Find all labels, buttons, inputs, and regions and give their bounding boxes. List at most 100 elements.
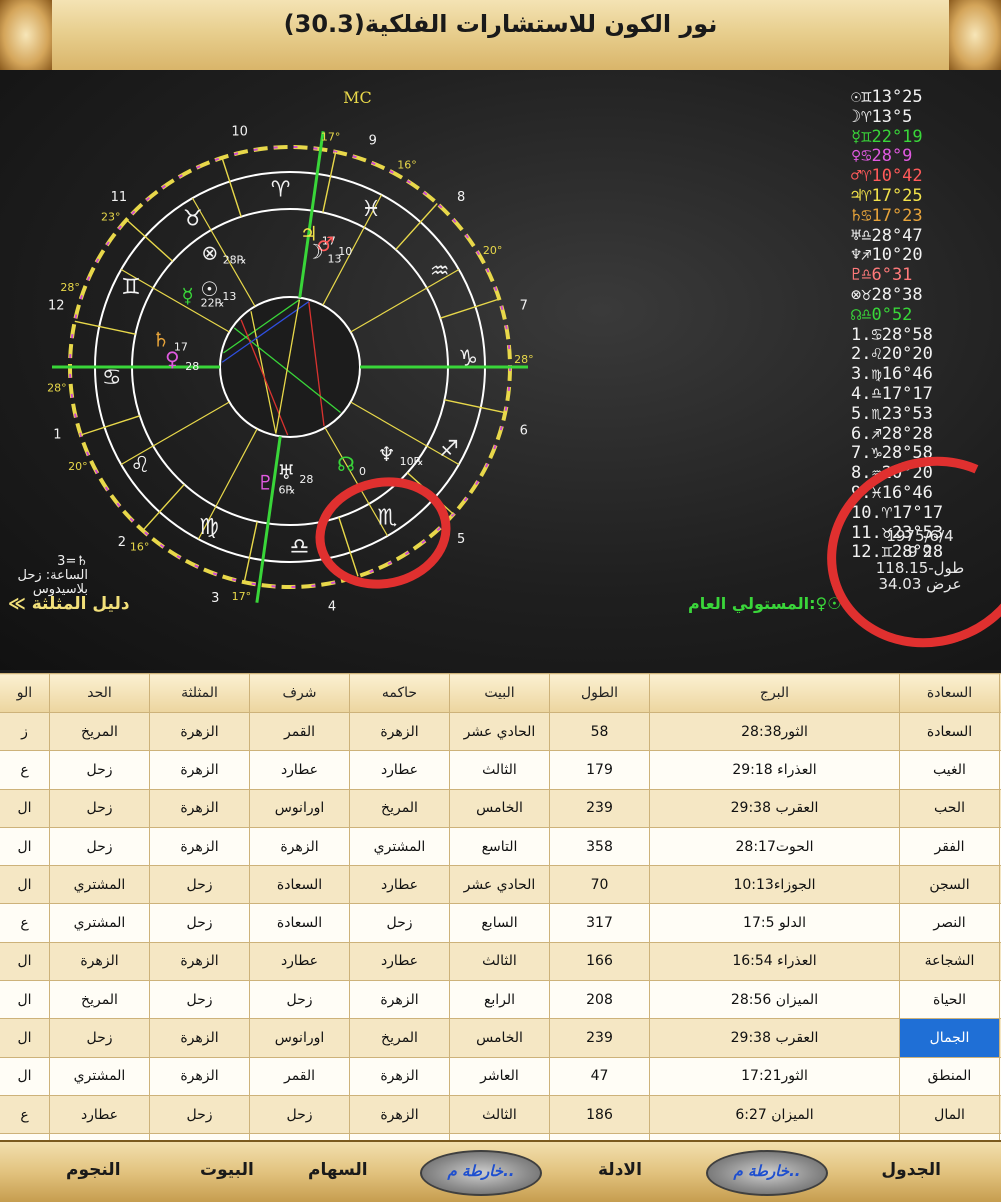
table-cell[interactable]: الزهرة (50, 942, 150, 980)
table-cell[interactable]: زحل (150, 1095, 250, 1133)
table-cell[interactable]: المريخ (50, 981, 150, 1019)
table-cell[interactable]: ال (0, 866, 50, 904)
column-header[interactable]: حاكمه (350, 674, 450, 713)
table-cell[interactable]: الثور17:21 (650, 1057, 900, 1095)
table-row[interactable]: 3الحبالعقرب 29:38239الخامسالمريخاورانوسا… (0, 789, 1001, 827)
table-cell[interactable]: 58 (550, 713, 650, 751)
table-cell[interactable]: المريخ (350, 789, 450, 827)
table-cell[interactable]: العذراء 29:18 (650, 751, 900, 789)
table-cell[interactable]: عطارد (50, 1095, 150, 1133)
table-cell[interactable]: الزهرة (350, 713, 450, 751)
table-cell[interactable]: السعادة (900, 713, 1000, 751)
table-cell[interactable]: الزهرة (350, 1095, 450, 1133)
table-cell[interactable]: ع (0, 1095, 50, 1133)
table-cell[interactable]: 186 (550, 1095, 650, 1133)
table-cell[interactable]: الثالث (450, 1095, 550, 1133)
table-cell[interactable]: القمر (250, 713, 350, 751)
table-row[interactable]: 6النصرالدلو 17:5317السابعزحلالسعادةزحلال… (0, 904, 1001, 942)
table-cell[interactable]: عطارد (350, 866, 450, 904)
table-cell[interactable]: الحب (900, 789, 1000, 827)
table-cell[interactable]: النصر (900, 904, 1000, 942)
table-cell[interactable]: الخامس (450, 789, 550, 827)
table-cell[interactable]: الخامس (450, 1019, 550, 1057)
table-cell[interactable]: زحل (250, 1095, 350, 1133)
table-row[interactable]: 2الغيبالعذراء 29:18179الثالثعطاردعطاردال… (0, 751, 1001, 789)
table-cell[interactable]: القمر (250, 1057, 350, 1095)
table-cell[interactable]: ال (0, 789, 50, 827)
table-cell[interactable]: ال (0, 981, 50, 1019)
column-header[interactable]: البيت (450, 674, 550, 713)
nav-houses[interactable]: البيوت (200, 1160, 254, 1180)
table-cell[interactable]: زحل (350, 904, 450, 942)
table-cell[interactable]: التاسع (450, 827, 550, 865)
table-row[interactable]: 10المنطقالثور17:2147العاشرالزهرةالقمرالز… (0, 1057, 1001, 1095)
table-cell[interactable]: المريخ (350, 1019, 450, 1057)
table-cell[interactable]: السابع (450, 904, 550, 942)
table-cell[interactable]: الزهرة (350, 981, 450, 1019)
column-header[interactable]: الحد (50, 674, 150, 713)
table-cell[interactable]: عطارد (350, 751, 450, 789)
table-cell[interactable]: زحل (150, 904, 250, 942)
table-cell[interactable]: 239 (550, 1019, 650, 1057)
table-cell[interactable]: ال (0, 1057, 50, 1095)
table-cell[interactable]: عطارد (250, 751, 350, 789)
table-row[interactable]: 1السعادةالثور28:3858الحادي عشرالزهرةالقم… (0, 713, 1001, 751)
table-cell[interactable]: الفقر (900, 827, 1000, 865)
table-cell[interactable]: 317 (550, 904, 650, 942)
table-cell[interactable]: الزهرة (150, 1019, 250, 1057)
table-cell[interactable]: الحادي عشر (450, 866, 550, 904)
table-cell[interactable]: السعادة (250, 866, 350, 904)
table-cell[interactable]: ال (0, 1019, 50, 1057)
table-cell[interactable]: ع (0, 751, 50, 789)
nav-stars[interactable]: النجوم (66, 1160, 121, 1180)
table-row[interactable]: 4الفقرالحوت28:17358التاسعالمشتريالزهرةال… (0, 827, 1001, 865)
table-cell[interactable]: ال (0, 827, 50, 865)
table-cell[interactable]: السعادة (250, 904, 350, 942)
table-cell[interactable]: ز (0, 713, 50, 751)
table-cell[interactable]: الدلو 17:5 (650, 904, 900, 942)
table-cell[interactable]: الزهرة (150, 713, 250, 751)
nav-evidence[interactable]: الادلة (598, 1160, 642, 1180)
nav-map-button-1[interactable]: خارطة م.. (706, 1150, 828, 1196)
table-cell[interactable]: الثور28:38 (650, 713, 900, 751)
table-cell[interactable]: الزهرة (150, 942, 250, 980)
table-cell[interactable]: زحل (50, 789, 150, 827)
table-cell[interactable]: 70 (550, 866, 650, 904)
table-cell[interactable]: المريخ (50, 713, 150, 751)
table-row[interactable]: 9الجمالالعقرب 29:38239الخامسالمريخاورانو… (0, 1019, 1001, 1057)
table-cell[interactable]: المشتري (50, 866, 150, 904)
natal-wheel[interactable]: ♈♓♒♑♐♏♎♍♌♋♊♉12345678910111217°16°20°28°2… (0, 70, 640, 670)
nav-map-button-2[interactable]: خارطة م.. (420, 1150, 542, 1196)
column-header[interactable]: الطول (550, 674, 650, 713)
table-cell[interactable]: الشجاعة (900, 942, 1000, 980)
table-cell[interactable]: الرابع (450, 981, 550, 1019)
table-cell[interactable]: الثالث (450, 751, 550, 789)
table-cell[interactable]: المال (900, 1095, 1000, 1133)
table-cell[interactable]: الزهرة (350, 1057, 450, 1095)
table-cell[interactable]: المشتري (50, 904, 150, 942)
table-cell[interactable]: زحل (150, 866, 250, 904)
table-cell[interactable]: الثالث (450, 942, 550, 980)
table-cell[interactable]: العقرب 29:38 (650, 789, 900, 827)
column-header[interactable]: المثلثة (150, 674, 250, 713)
column-header[interactable]: شرف (250, 674, 350, 713)
table-cell[interactable]: السجن (900, 866, 1000, 904)
table-cell[interactable]: المشتري (350, 827, 450, 865)
table-cell[interactable]: الجمال (900, 1019, 1000, 1057)
table-cell[interactable]: العقرب 29:38 (650, 1019, 900, 1057)
guide-link[interactable]: ≪ دليل المثلثة (8, 594, 130, 614)
table-cell[interactable]: 166 (550, 942, 650, 980)
table-cell[interactable]: الحوت28:17 (650, 827, 900, 865)
table-cell[interactable]: الزهرة (150, 827, 250, 865)
table-cell[interactable]: الزهرة (150, 789, 250, 827)
table-cell[interactable]: ع (0, 904, 50, 942)
table-cell[interactable]: زحل (50, 827, 150, 865)
nav-arrows[interactable]: السهام (308, 1160, 368, 1180)
table-cell[interactable]: العاشر (450, 1057, 550, 1095)
table-cell[interactable]: الزهرة (250, 827, 350, 865)
table-cell[interactable]: المشتري (50, 1057, 150, 1095)
table-cell[interactable]: زحل (50, 751, 150, 789)
table-cell[interactable]: العذراء 16:54 (650, 942, 900, 980)
table-cell[interactable]: الحياة (900, 981, 1000, 1019)
table-cell[interactable]: عطارد (350, 942, 450, 980)
